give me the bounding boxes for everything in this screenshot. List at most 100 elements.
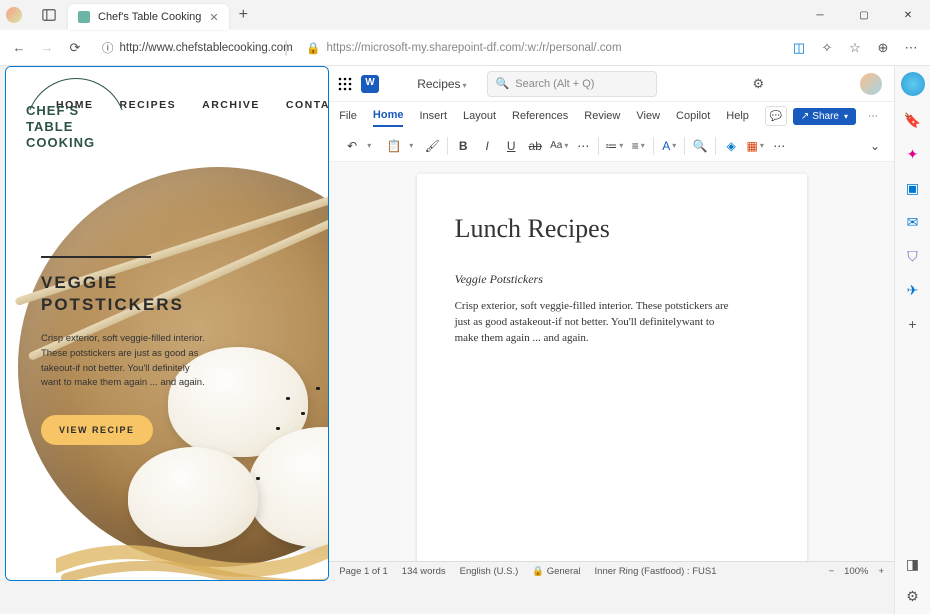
tab-title: Chef's Table Cooking	[98, 11, 201, 23]
split-address-text: https://microsoft-my.sharepoint-df.com/:…	[326, 42, 621, 54]
doc-heading-1[interactable]: Lunch Recipes	[455, 214, 769, 244]
edge-sidebar: 🔖 ✦ ▣ ✉ ⛉ ✈ + ◨ ⚙	[894, 66, 930, 614]
tab-references[interactable]: References	[512, 106, 568, 126]
read-aloud-icon[interactable]: ✧	[818, 39, 836, 57]
split-screen-icon[interactable]: ◫	[790, 39, 808, 57]
sidebar-games-icon[interactable]: ▣	[903, 178, 923, 198]
doc-paragraph[interactable]: Crisp exterior, soft veggie-filled inter…	[455, 299, 735, 347]
doc-heading-2[interactable]: Veggie Potstickers	[455, 272, 769, 287]
sesame-seed	[276, 427, 280, 430]
tab-favicon	[78, 11, 90, 23]
logo-text-l1: CHEF'S TABLE	[26, 103, 79, 134]
search-icon: 🔍	[496, 77, 510, 90]
hero-divider	[41, 256, 151, 258]
search-box[interactable]: 🔍 Search (Alt + Q)	[487, 71, 657, 97]
sidebar-settings-icon[interactable]: ⚙	[903, 586, 923, 606]
ribbon-tabs: File Home Insert Layout References Revie…	[329, 102, 894, 130]
sidebar-send-icon[interactable]: ✈	[903, 280, 923, 300]
favorites-icon[interactable]: ☆	[846, 39, 864, 57]
sidebar-toggle-icon[interactable]: ◨	[903, 554, 923, 574]
paste-button[interactable]: 📋	[385, 137, 403, 155]
strikethrough-button[interactable]: ab	[526, 137, 544, 155]
comments-button[interactable]: 💬	[765, 106, 787, 126]
word-user-avatar[interactable]	[860, 73, 882, 95]
zoom-out-button[interactable]: −	[829, 566, 835, 577]
split-address-bar[interactable]: 🔒 https://microsoft-my.sharepoint-df.com…	[298, 35, 780, 61]
tab-well: Chef's Table Cooking ✕ +	[42, 0, 248, 30]
nav-contact[interactable]: CONTACT	[286, 99, 329, 111]
search-placeholder: Search (Alt + Q)	[515, 78, 594, 90]
tab-home[interactable]: Home	[373, 105, 404, 127]
ribbon-more-icon[interactable]: ⋯	[862, 106, 884, 126]
tab-view[interactable]: View	[636, 106, 660, 126]
profile-avatar[interactable]	[6, 7, 22, 23]
bold-button[interactable]: B	[454, 137, 472, 155]
sidebar-shopping-icon[interactable]: 🔖	[903, 110, 923, 130]
designer-button[interactable]: ◈	[722, 137, 740, 155]
italic-button[interactable]: I	[478, 137, 496, 155]
sidebar-add-icon[interactable]: +	[903, 314, 923, 334]
document-page[interactable]: Lunch Recipes Veggie Potstickers Crisp e…	[417, 174, 807, 561]
back-button[interactable]: ←	[10, 39, 28, 57]
bing-chat-icon[interactable]	[901, 72, 925, 96]
find-button[interactable]: 🔍	[691, 137, 709, 155]
share-button[interactable]: ↗ Share ▾	[793, 108, 856, 125]
tab-actions-icon[interactable]	[42, 8, 56, 22]
word-app-icon[interactable]	[361, 75, 379, 93]
more-commands-button[interactable]: ⋯	[770, 137, 788, 155]
tab-help[interactable]: Help	[726, 106, 749, 126]
sidebar-drop-icon[interactable]: ⛉	[903, 246, 923, 266]
collections-icon[interactable]: ⊕	[874, 39, 892, 57]
zoom-level[interactable]: 100%	[844, 566, 868, 577]
tab-copilot[interactable]: Copilot	[676, 106, 710, 126]
sesame-seed	[301, 412, 305, 415]
styles-button[interactable]: A▾	[660, 137, 678, 155]
status-page[interactable]: Page 1 of 1	[339, 566, 388, 577]
browser-titlebar: Chef's Table Cooking ✕ + ─ ▢ ✕	[0, 0, 930, 30]
more-font-button[interactable]: ⋯	[574, 137, 592, 155]
tab-file[interactable]: File	[339, 106, 357, 126]
status-accessibility[interactable]: 🔒 General	[532, 566, 580, 577]
browser-tab-active[interactable]: Chef's Table Cooking ✕	[68, 4, 229, 30]
address-bar[interactable]: ⓘ http://www.chefstablecooking.com	[94, 35, 274, 61]
settings-gear-icon[interactable]: ⚙	[749, 75, 767, 93]
document-name-dropdown[interactable]: Recipes▾	[417, 77, 466, 91]
nav-archive[interactable]: ARCHIVE	[202, 99, 260, 111]
collapse-ribbon-button[interactable]: ⌄	[866, 137, 884, 155]
change-case-button[interactable]: Aa▾	[550, 137, 568, 155]
view-recipe-button[interactable]: VIEW RECIPE	[41, 415, 153, 445]
sidebar-outlook-icon[interactable]: ✉	[903, 212, 923, 232]
hero-title: VEGGIEPOTSTICKERS	[41, 272, 241, 316]
bullets-button[interactable]: ≔▾	[605, 137, 623, 155]
lock-icon[interactable]: 🔒	[306, 41, 320, 55]
maximize-button[interactable]: ▢	[842, 0, 886, 30]
tab-insert[interactable]: Insert	[419, 106, 447, 126]
window-controls: ─ ▢ ✕	[798, 0, 930, 30]
status-words[interactable]: 134 words	[402, 566, 446, 577]
sesame-seed	[316, 387, 320, 390]
refresh-button[interactable]: ⟳	[66, 39, 84, 57]
menu-icon[interactable]: ⋯	[902, 39, 920, 57]
brush-stroke-decoration	[56, 536, 329, 581]
table-button[interactable]: ▦▾	[746, 137, 764, 155]
word-status-bar: Page 1 of 1 134 words English (U.S.) 🔒 G…	[329, 561, 894, 581]
document-canvas[interactable]: Lunch Recipes Veggie Potstickers Crisp e…	[329, 162, 894, 561]
site-header: CHEF'S TABLECOOKING HOME RECIPES ARCHIVE…	[6, 67, 328, 142]
status-ring: Inner Ring (Fastfood) : FUS1	[595, 566, 717, 577]
new-tab-button[interactable]: +	[239, 6, 248, 24]
underline-button[interactable]: U	[502, 137, 520, 155]
close-window-button[interactable]: ✕	[886, 0, 930, 30]
format-painter-button[interactable]: 🖌	[423, 137, 441, 155]
sidebar-tools-icon[interactable]: ✦	[903, 144, 923, 164]
undo-button[interactable]: ↶	[343, 137, 361, 155]
tab-close-icon[interactable]: ✕	[209, 11, 218, 24]
zoom-in-button[interactable]: +	[878, 566, 884, 577]
site-info-icon[interactable]: ⓘ	[102, 40, 114, 56]
status-language[interactable]: English (U.S.)	[460, 566, 519, 577]
tab-layout[interactable]: Layout	[463, 106, 496, 126]
app-launcher-icon[interactable]	[337, 76, 353, 92]
tab-review[interactable]: Review	[584, 106, 620, 126]
minimize-button[interactable]: ─	[798, 0, 842, 30]
address-text: http://www.chefstablecooking.com	[120, 42, 293, 54]
align-button[interactable]: ≡▾	[629, 137, 647, 155]
